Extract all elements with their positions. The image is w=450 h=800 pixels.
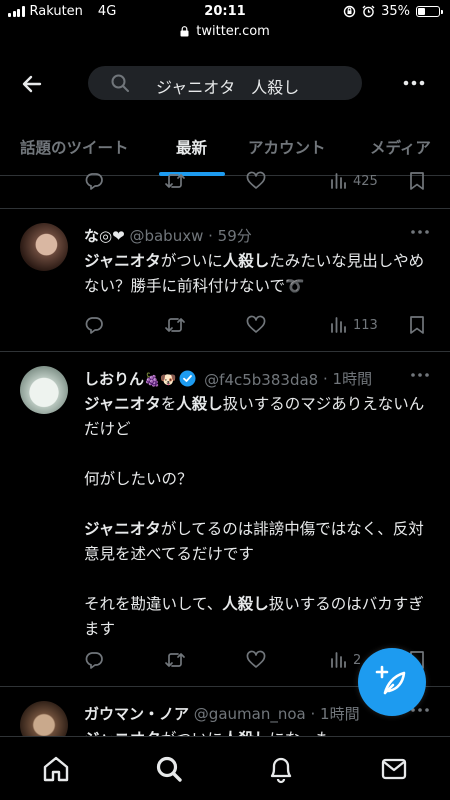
messages-icon[interactable]: [379, 754, 409, 784]
url-bar[interactable]: twitter.com: [0, 24, 450, 46]
tweet-text: ジャニオタを人殺し扱いするのマジありえないんだけど 何がしたいの？ ジャニオタが…: [84, 392, 432, 642]
compose-button[interactable]: [358, 648, 426, 716]
battery-icon: [416, 6, 443, 17]
retweet-button[interactable]: [164, 170, 186, 192]
avatar[interactable]: [20, 701, 68, 737]
top-bar: ジャニオタ 人殺し: [0, 50, 450, 116]
bookmark-icon: [410, 316, 424, 334]
reply-icon: [85, 173, 103, 190]
separator: ·: [208, 227, 218, 245]
views-button[interactable]: 2: [329, 649, 361, 671]
compose-icon: [375, 665, 406, 695]
tweet-header: ガウマン・ノア @gauman_noa · 1時間: [84, 703, 400, 724]
highlighted-keyword: ジャニオタ: [84, 520, 161, 538]
like-icon: [246, 650, 266, 668]
tweet-text-segment: を: [160, 395, 177, 413]
like-button[interactable]: [246, 314, 266, 336]
display-name[interactable]: な◎❤: [84, 227, 125, 245]
tweet-partial[interactable]: 425: [0, 171, 450, 209]
battery-percent: 35%: [381, 4, 410, 19]
like-button[interactable]: [246, 170, 266, 192]
highlighted-keyword: 人殺し: [222, 252, 270, 270]
status-right: 35%: [343, 4, 443, 19]
reply-icon: [85, 652, 103, 669]
display-name[interactable]: ガウマン・ノア: [84, 705, 189, 723]
more-icon[interactable]: [400, 72, 428, 94]
retweet-icon: [165, 174, 185, 188]
verified-badge-icon: [179, 370, 196, 387]
notifications-icon[interactable]: [266, 754, 296, 784]
like-button[interactable]: [246, 649, 266, 671]
highlighted-keyword: 人殺し: [176, 395, 223, 413]
separator: ·: [310, 705, 321, 723]
highlighted-keyword: ジャニオタ: [84, 252, 161, 270]
separator: ·: [322, 370, 333, 388]
explore-icon[interactable]: [154, 754, 184, 784]
search-input[interactable]: ジャニオタ 人殺し: [88, 66, 362, 100]
search-query: ジャニオタ 人殺し: [156, 78, 300, 97]
retweet-icon: [165, 653, 185, 667]
tab-top[interactable]: 話題のツイート: [20, 136, 129, 158]
user-handle[interactable]: @gauman_noa: [194, 705, 306, 723]
tweet[interactable]: しおりん🍇🐶 @f4c5b383da8 · 1時間 ジャニオタを人殺し扱いするの…: [0, 352, 450, 687]
bookmark-icon: [410, 172, 424, 190]
tab-accounts[interactable]: アカウント: [248, 136, 326, 158]
alarm-icon: [362, 5, 375, 18]
bottom-nav: [0, 736, 450, 800]
views-icon: [331, 652, 346, 668]
display-name[interactable]: しおりん: [84, 370, 144, 388]
tweet-more-icon[interactable]: [410, 372, 430, 378]
views-count: 425: [353, 173, 378, 189]
reply-button[interactable]: [84, 170, 104, 192]
reply-icon: [85, 317, 103, 334]
tweet-header: な◎❤ @babuxw · 59分: [84, 225, 400, 246]
tab-media[interactable]: メディア: [370, 136, 431, 158]
bookmark-button[interactable]: [408, 314, 426, 336]
lock-icon: [180, 26, 189, 37]
tweet[interactable]: な◎❤ @babuxw · 59分 ジャニオタがついに人殺したみたいな見出しやめ…: [0, 209, 450, 352]
avatar[interactable]: [20, 223, 68, 271]
views-count: 113: [353, 317, 378, 333]
retweet-button[interactable]: [164, 649, 186, 671]
tweet-text-segment: がついに: [160, 252, 223, 270]
search-icon: [111, 74, 129, 92]
tweet-text-segment: たみたいな見出し: [269, 252, 394, 270]
bookmark-button[interactable]: [408, 170, 426, 192]
timestamp[interactable]: 59分: [218, 227, 252, 245]
tweet-text: ジャニオタがついに人殺したみたいな見出しやめない？勝手に前科付けないで➰: [84, 249, 432, 299]
back-arrow-icon[interactable]: [18, 70, 46, 98]
tweet-header: しおりん🍇🐶 @f4c5b383da8 · 1時間: [84, 368, 400, 389]
tweet-actions: 425: [84, 170, 434, 192]
highlighted-keyword: ジャニオタ: [84, 395, 161, 413]
avatar[interactable]: [20, 366, 68, 414]
views-button[interactable]: 113: [329, 314, 378, 336]
tweet-text-segment: それを勘違いして、: [84, 595, 223, 613]
timestamp[interactable]: 1時間: [320, 705, 360, 723]
timestamp[interactable]: 1時間: [333, 370, 373, 388]
user-handle[interactable]: @f4c5b383da8: [204, 371, 318, 389]
tweet-actions: 113: [84, 314, 434, 336]
name-emoji-badges: 🍇🐶: [144, 373, 177, 388]
home-icon[interactable]: [41, 754, 71, 784]
url-domain: twitter.com: [196, 24, 270, 39]
orientation-lock-icon: [343, 5, 356, 18]
like-icon: [246, 315, 266, 333]
tweet-more-icon[interactable]: [410, 229, 430, 235]
user-handle[interactable]: @babuxw: [129, 227, 203, 245]
tweet-paragraph: 何がしたいの？: [84, 470, 193, 488]
retweet-button[interactable]: [164, 314, 186, 336]
battery-fill: [418, 8, 425, 15]
reply-button[interactable]: [84, 314, 104, 336]
status-bar: Rakuten 4G 20:11 35%: [0, 0, 450, 24]
tab-latest[interactable]: 最新: [176, 136, 207, 158]
reply-button[interactable]: [84, 649, 104, 671]
views-button[interactable]: 425: [329, 170, 378, 192]
retweet-icon: [165, 318, 185, 332]
like-icon: [246, 171, 266, 189]
views-icon: [331, 173, 346, 189]
highlighted-keyword: 人殺し: [222, 595, 269, 613]
views-icon: [331, 317, 346, 333]
search-tabs: 話題のツイート 最新 アカウント メディア: [0, 120, 450, 176]
